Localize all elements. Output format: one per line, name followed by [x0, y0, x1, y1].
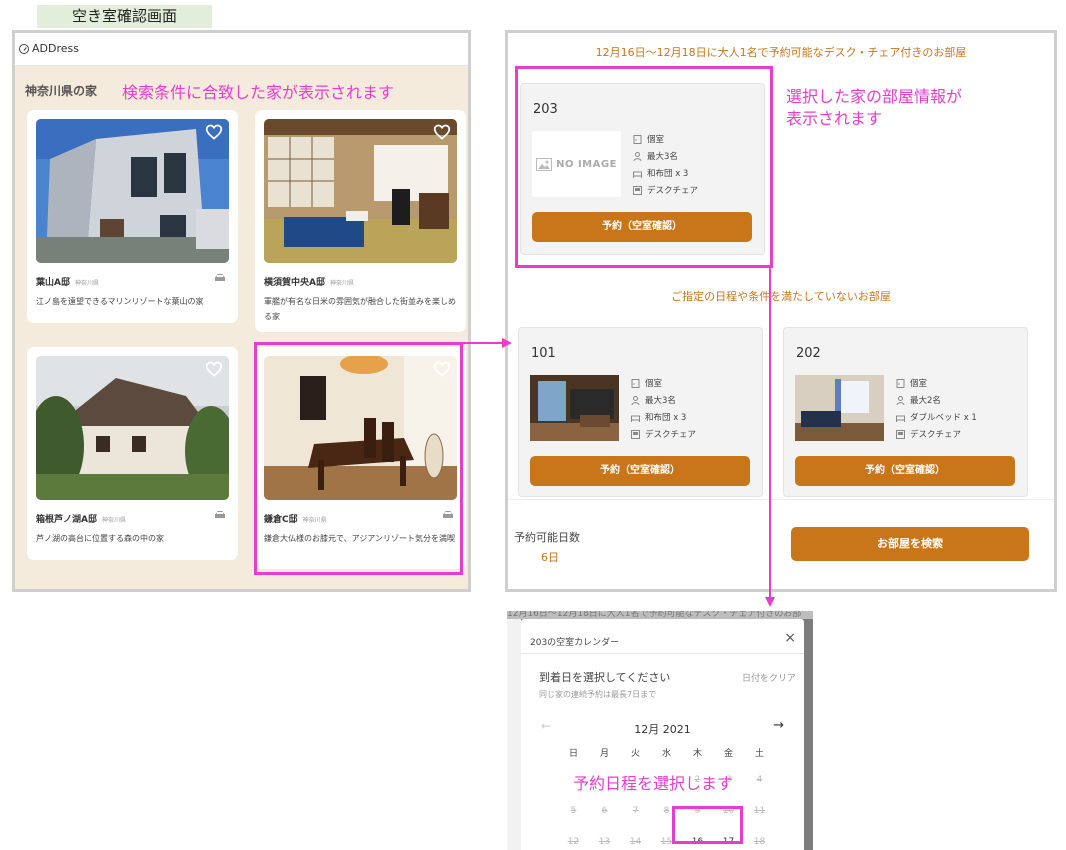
weekday-row: 日 月 火 水 木 金 土	[558, 743, 778, 765]
house-name: 箱根芦ノ湖A邸 神奈川県	[36, 515, 126, 525]
prefecture-title: 神奈川県の家	[25, 84, 98, 98]
selected-dates-highlight	[672, 806, 743, 844]
room-feature-capacity: 最大2名	[896, 394, 941, 406]
favorite-heart-icon[interactable]	[205, 361, 223, 377]
weekday: 日	[568, 749, 578, 759]
room-photo	[530, 375, 619, 441]
person-icon	[896, 395, 905, 405]
available-days-value: 6日	[541, 551, 559, 564]
calendar-month: 12月 2021	[634, 723, 691, 736]
favorite-heart-icon[interactable]	[205, 124, 223, 140]
desk-icon	[631, 429, 640, 439]
page-tag: 空き室確認画面	[37, 5, 212, 28]
calendar-day: 12	[567, 837, 580, 847]
room-photo	[795, 375, 884, 441]
available-rooms-heading: 12月16日～12月18日に大人1名で予約可能なデスク・チェア付きのお部屋	[595, 46, 967, 59]
unavailable-rooms-heading: ご指定の日程や条件を満たしていないお部屋	[671, 290, 891, 303]
house-photo	[36, 119, 229, 263]
room-feature-capacity: 最大3名	[631, 394, 676, 406]
logo-icon	[19, 43, 29, 54]
car-icon	[215, 511, 225, 518]
next-month-arrow-icon[interactable]: →	[773, 718, 784, 733]
calendar-day: 5	[570, 806, 577, 816]
app-header: ADDress	[15, 33, 468, 66]
annotation-room-info: 選択した家の部屋情報が 表示されます	[786, 87, 963, 128]
app-logo[interactable]: ADDress	[19, 42, 79, 55]
desk-icon	[896, 429, 905, 439]
selected-room-highlight	[515, 66, 773, 268]
house-card[interactable]: 箱根芦ノ湖A邸 神奈川県 芦ノ湖の高台に位置する森の中の家	[27, 347, 238, 560]
room-card-202: 202 個室 最大2名 ダブルベッド x 1 デスクチェア 予約（空室確認）	[783, 327, 1028, 497]
week-row: 5 6 7 8 9 10 11	[558, 796, 778, 827]
calendar-day: 14	[629, 837, 642, 847]
house-description: 芦ノ湖の高台に位置する森の中の家	[36, 534, 164, 543]
house-name: 葉山A邸 神奈川県	[36, 278, 99, 288]
reserve-button[interactable]: 予約（空室確認）	[795, 456, 1015, 486]
room-number: 101	[531, 346, 556, 361]
annotation-search: 検索条件に合致した家が表示されます	[122, 83, 395, 102]
calendar-title: 203の空室カレンダー	[530, 638, 620, 648]
room-feature-type: 個室	[631, 377, 662, 389]
week-row: 12 13 14 15 16 17 18	[558, 827, 778, 850]
calendar-grid: 日 月 火 水 木 金 土 1 2 3 4 5 6 7 8 9 10 11 12…	[558, 743, 778, 850]
booking-note: 同じ家の連続予約は最長7日まで	[539, 690, 657, 699]
house-name: 横須賀中央A邸 神奈川県	[264, 278, 354, 288]
door-icon	[896, 378, 905, 388]
calendar-day: 7	[632, 806, 639, 816]
door-icon	[631, 378, 640, 388]
person-icon	[631, 395, 640, 405]
divider	[521, 653, 804, 654]
logo-text: ADDress	[32, 42, 79, 55]
selected-house-highlight	[254, 342, 463, 575]
calendar-screen: 12月16日～12月18日に大人1名で予約可能なデスク・チェア付きのお部 203…	[507, 611, 813, 850]
annotation-calendar: 予約日程を選択します	[573, 774, 734, 793]
weekday: 金	[723, 749, 733, 759]
weekday: 土	[754, 749, 764, 759]
arrival-prompt: 到着日を選択してください	[539, 671, 671, 684]
clear-dates-button[interactable]: 日付をクリア	[742, 671, 796, 684]
reserve-button[interactable]: 予約（空室確認）	[530, 456, 750, 486]
available-days-label: 予約可能日数	[514, 531, 580, 544]
room-feature-type: 個室	[896, 377, 927, 389]
calendar-modal: 203の空室カレンダー × 到着日を選択してください 日付をクリア 同じ家の連続…	[521, 619, 804, 850]
weekday: 火	[630, 749, 640, 759]
background-heading: 12月16日～12月18日に大人1名で予約可能なデスク・チェア付きのお部	[507, 611, 813, 619]
room-card-101: 101 個室 最大3名 和布団 x 3 デスクチェア 予約（空室確認）	[518, 327, 763, 497]
house-card[interactable]: 葉山A邸 神奈川県 江ノ島を遠望できるマリンリゾートな葉山の家	[27, 110, 238, 323]
house-card[interactable]: 横須賀中央A邸 神奈川県 軍艦が有名な日米の雰囲気が融合した街並みを楽しめる家	[255, 110, 466, 332]
room-feature-bedding: ダブルベッド x 1	[896, 411, 977, 423]
weekday: 木	[692, 749, 702, 759]
calendar-day: 13	[598, 837, 611, 847]
calendar-day: 4	[756, 775, 763, 785]
house-photo	[36, 356, 229, 500]
bed-icon	[896, 415, 905, 422]
house-description: 江ノ島を遠望できるマリンリゾートな葉山の家	[36, 297, 204, 306]
weekday: 月	[599, 749, 609, 759]
search-room-button[interactable]: お部屋を検索	[791, 527, 1029, 561]
house-description: 軍艦が有名な日米の雰囲気が融合した街並みを楽しめる家	[264, 297, 456, 321]
room-number: 202	[796, 346, 821, 361]
calendar-day: 18	[753, 837, 766, 847]
divider	[508, 499, 1054, 500]
car-icon	[215, 274, 225, 281]
room-feature-bedding: 和布団 x 3	[631, 411, 686, 423]
favorite-heart-icon[interactable]	[433, 124, 451, 140]
room-feature-desk: デスクチェア	[631, 428, 696, 440]
house-photo	[264, 119, 457, 263]
calendar-day: 11	[753, 806, 766, 816]
calendar-day: 6	[601, 806, 608, 816]
room-feature-desk: デスクチェア	[896, 428, 961, 440]
background-edge	[507, 619, 521, 850]
bed-icon	[631, 415, 640, 422]
close-icon[interactable]: ×	[784, 630, 796, 646]
weekday: 水	[661, 749, 671, 759]
